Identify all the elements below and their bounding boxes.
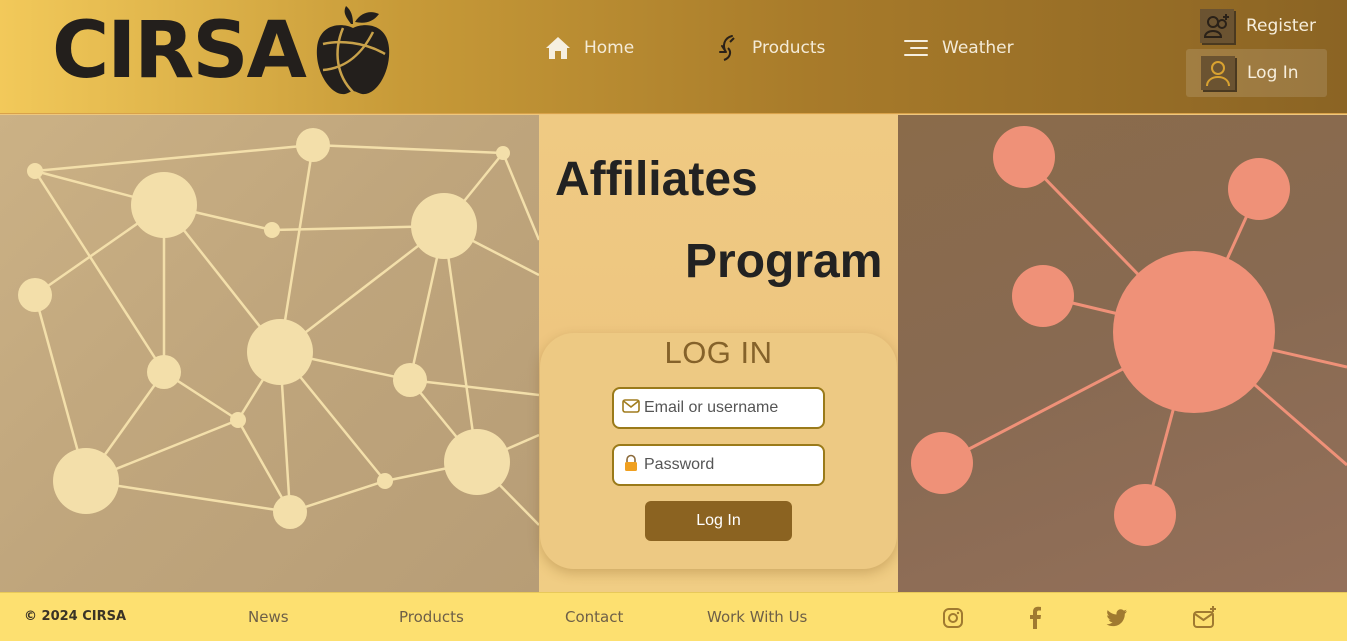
apple-logo-icon — [316, 6, 390, 95]
copyright-text: © 2024 CIRSA — [24, 609, 127, 624]
register-button[interactable]: Register — [1200, 8, 1316, 44]
email-field[interactable] — [612, 387, 825, 429]
network-graphic-right — [898, 115, 1347, 592]
nav-weather-label: Weather — [942, 38, 1014, 58]
page-title-line1: Affiliates — [555, 153, 758, 206]
login-submit-button[interactable]: Log In — [645, 501, 792, 541]
products-icon — [712, 34, 740, 62]
add-users-icon — [1200, 9, 1234, 43]
facebook-icon[interactable] — [1022, 605, 1048, 631]
nav-home-label: Home — [584, 38, 635, 58]
twitter-icon[interactable] — [1104, 605, 1130, 631]
login-card: LOG IN Log In — [540, 333, 897, 569]
nav-weather[interactable]: Weather — [902, 34, 1014, 62]
site-header: CIRSA Home Products Weather Register Log… — [0, 0, 1347, 114]
nav-home[interactable]: Home — [544, 34, 634, 62]
login-nav-label: Log In — [1247, 63, 1299, 83]
footer-link-work-with-us[interactable]: Work With Us — [707, 608, 807, 626]
password-field[interactable] — [612, 444, 825, 486]
nav-products-label: Products — [752, 38, 826, 58]
logo-text: CIRSA — [52, 6, 307, 96]
nav-products[interactable]: Products — [712, 34, 825, 62]
network-nodes-light — [18, 128, 539, 529]
password-input[interactable] — [644, 456, 814, 474]
network-nodes-coral — [911, 126, 1347, 546]
login-nav-button[interactable]: Log In — [1186, 49, 1327, 97]
register-label: Register — [1246, 16, 1316, 36]
network-graphic-left — [0, 115, 539, 592]
instagram-icon[interactable] — [940, 605, 966, 631]
site-footer: © 2024 CIRSA News Products Contact Work … — [0, 592, 1347, 641]
login-heading: LOG IN — [664, 335, 773, 370]
cirsa-logo[interactable]: CIRSA — [52, 4, 393, 98]
mail-plus-icon[interactable] — [1192, 605, 1218, 631]
lock-icon — [622, 454, 640, 476]
user-icon — [1201, 56, 1235, 90]
email-input[interactable] — [644, 399, 814, 417]
footer-link-products[interactable]: Products — [399, 608, 464, 626]
footer-link-contact[interactable]: Contact — [565, 608, 623, 626]
footer-link-news[interactable]: News — [248, 608, 289, 626]
mail-icon — [622, 397, 640, 419]
home-icon — [544, 34, 572, 62]
menu-lines-icon — [902, 34, 930, 62]
page-title-line2: Program — [685, 235, 883, 288]
